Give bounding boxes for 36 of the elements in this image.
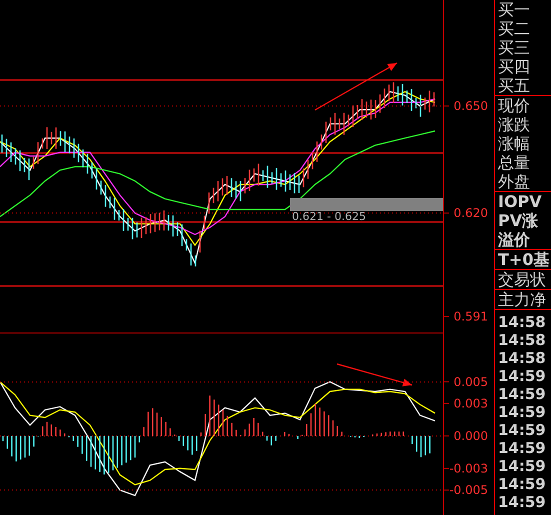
axis-label: 0.000 [454,428,488,443]
quote-field-label: 买五 [498,76,531,95]
quote-field-label: 买四 [498,57,531,76]
quote-field-label: 主力净 [498,290,547,309]
quote-field-label: 买三 [498,38,531,57]
trade-time: 14:59 [497,403,547,421]
trade-time: 14:59 [497,493,547,511]
quote-field-label: 买一 [498,0,531,19]
axis-label: -0.003 [449,461,488,476]
trade-time: 14:59 [497,367,547,385]
axis-label: 0.003 [454,396,488,410]
quote-field-label: 外盘 [498,172,531,191]
quote-field-label: T+0基 [498,250,550,269]
quote-field-label: PV涨 [498,211,540,230]
trade-time: 14:59 [497,421,547,439]
quote-field-label: 涨跌 [498,115,531,134]
range-label: 0.621 - 0.625 [292,210,366,223]
trade-time: 14:59 [497,475,547,493]
trade-time: 14:59 [497,457,547,475]
axis-label: 0.620 [454,206,488,220]
quote-field-label: 交易状 [498,270,547,289]
quote-field-label: 涨幅 [498,134,531,153]
axis-label: -0.005 [449,483,488,498]
quote-field-label: IOPV [498,192,543,211]
trade-time: 14:59 [497,439,547,457]
trade-time: 14:58 [497,331,547,349]
quote-field-label: 现价 [498,96,531,115]
quote-field-label: 总量 [498,153,531,172]
quote-field-label: 买二 [498,19,531,38]
axis-label: 0.591 [454,310,488,324]
axis-label: 0.650 [454,99,488,113]
trade-time: 14:58 [497,349,547,367]
trade-time: 14:59 [497,385,547,403]
trade-time: 14:58 [497,313,547,331]
axis-label: 0.005 [454,374,488,389]
quote-field-label: 溢价 [498,230,531,249]
